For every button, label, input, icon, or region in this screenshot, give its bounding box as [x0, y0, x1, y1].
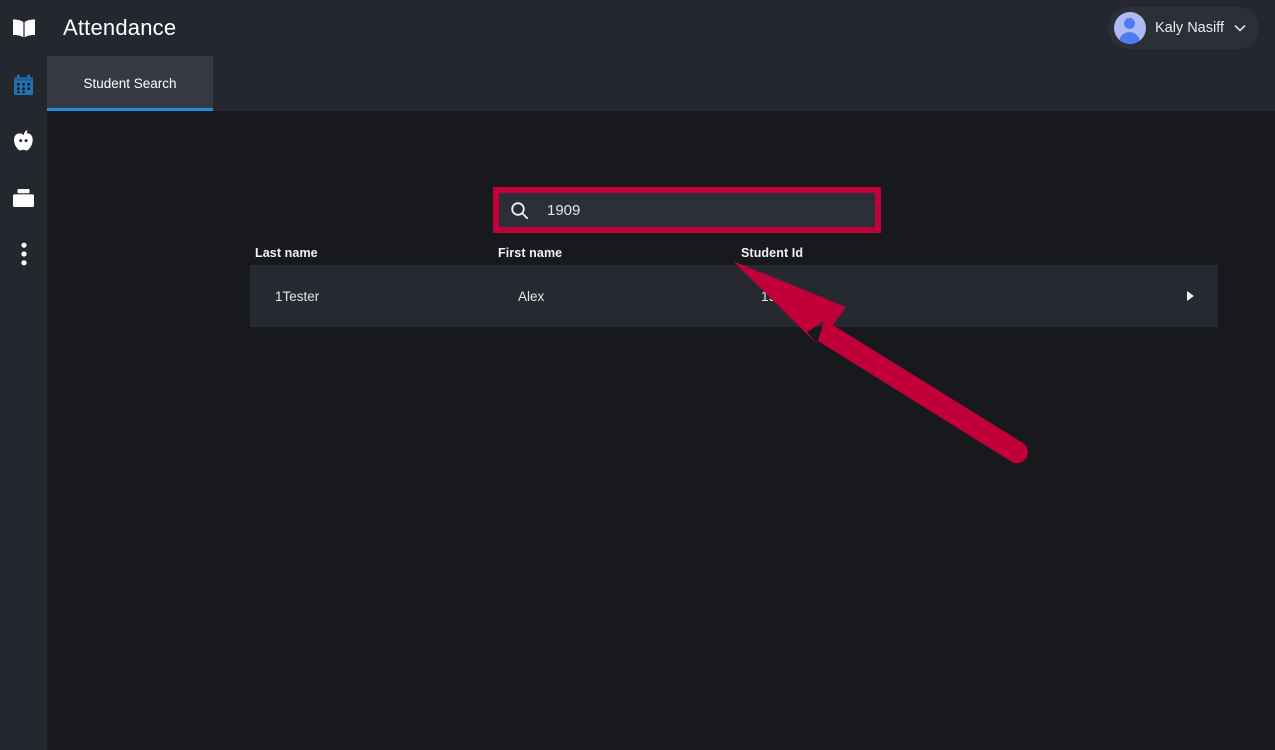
main-pane: Attendance Kaly Nasiff Student Search 19… [47, 0, 1275, 750]
tab-label: Student Search [83, 76, 177, 91]
search-field-container[interactable] [499, 193, 875, 227]
cell-last-name: 1Tester [275, 288, 320, 304]
column-header-student-id: Student Id [741, 246, 804, 260]
app-root: Attendance Kaly Nasiff Student Search 19… [0, 0, 1275, 750]
sidebar-item-more[interactable] [8, 238, 40, 270]
page-title: Attendance [63, 15, 177, 40]
top-bar: Attendance Kaly Nasiff [47, 0, 1275, 56]
avatar [1113, 12, 1146, 44]
search-highlight-box [493, 187, 881, 233]
apple-icon [12, 129, 35, 154]
search-area [493, 187, 881, 233]
table-row[interactable]: 1Tester Alex 1909 [250, 265, 1218, 327]
sidebar-item-briefcase[interactable] [8, 182, 40, 214]
cell-first-name: Alex [518, 288, 545, 304]
tab-strip: Student Search [47, 56, 1275, 111]
cell-student-id: 1909 [761, 288, 792, 304]
user-menu-button[interactable]: Kaly Nasiff [1107, 7, 1259, 49]
calendar-icon [11, 73, 36, 98]
chevron-down-icon [1233, 21, 1247, 35]
tab-student-search[interactable]: Student Search [47, 56, 213, 111]
sidebar-item-apple[interactable] [8, 125, 40, 157]
sidebar-rail [0, 0, 47, 750]
triangle-right-icon [1187, 291, 1194, 301]
briefcase-icon [11, 187, 36, 209]
search-input[interactable] [547, 201, 875, 219]
search-icon [510, 201, 529, 220]
column-header-last-name: Last name [255, 246, 318, 260]
content-area: Last name First name Student Id 1Tester … [47, 111, 1275, 750]
student-results-table: Last name First name Student Id 1Tester … [250, 241, 1218, 327]
row-expand-button[interactable] [1168, 291, 1213, 301]
sidebar-item-book[interactable] [8, 13, 40, 45]
user-name-label: Kaly Nasiff [1154, 20, 1224, 36]
more-vertical-icon [20, 242, 27, 266]
table-header-row: Last name First name Student Id [250, 241, 1218, 265]
book-icon [11, 18, 37, 40]
column-header-first-name: First name [498, 246, 563, 260]
sidebar-item-calendar[interactable] [8, 69, 40, 101]
